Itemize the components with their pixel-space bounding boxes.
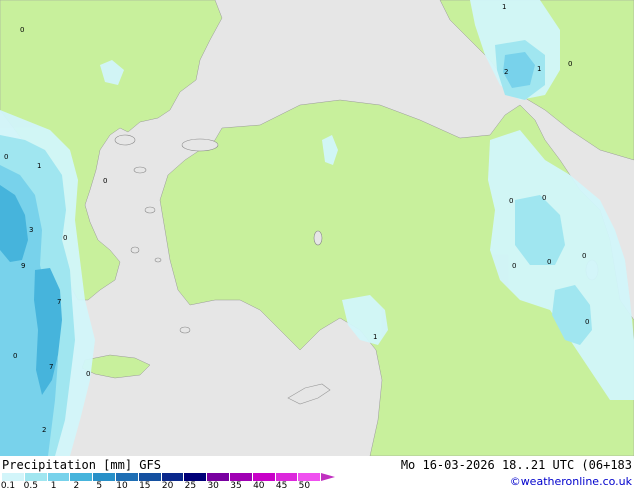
map-canvas: 0 1 2 1 0 0 1 3 0 0 9 7 7 0 0 2 1 0 0 0 … <box>0 0 634 456</box>
legend-swatch <box>252 473 276 481</box>
map-label: 9 <box>21 262 25 270</box>
map-label: 7 <box>57 298 61 306</box>
legend-swatch <box>24 473 48 481</box>
legend-swatch <box>275 473 299 481</box>
map-label: 1 <box>502 3 506 11</box>
legend-swatch <box>47 473 71 481</box>
map-footer: Precipitation [mm] GFS Mo 16-03-2026 18.… <box>0 456 634 491</box>
legend-swatch <box>138 473 162 481</box>
map-label: 1 <box>537 65 541 73</box>
legend-swatch <box>115 473 139 481</box>
map-label: 0 <box>582 252 586 260</box>
map-label: 1 <box>373 333 377 341</box>
map-label: 1 <box>37 162 41 170</box>
map-label: 2 <box>504 68 508 76</box>
legend-swatch <box>184 473 208 481</box>
map-label: 0 <box>13 352 17 360</box>
map-label: 0 <box>20 26 24 34</box>
credit-link[interactable]: ©weatheronline.co.uk <box>510 475 632 488</box>
map-label: 0 <box>4 153 8 161</box>
map-label: 0 <box>512 262 516 270</box>
map-label: 0 <box>568 60 572 68</box>
map-label: 0 <box>585 318 589 326</box>
map-label: 0 <box>542 194 546 202</box>
map-label: 0 <box>103 177 107 185</box>
forecast-datetime: Mo 16-03-2026 18..21 UTC (06+183 <box>400 458 632 472</box>
map-label: 7 <box>49 363 53 371</box>
map-label: 0 <box>86 370 90 378</box>
legend-arrow <box>321 473 336 481</box>
legend-swatch <box>229 473 253 481</box>
precip-legend-bar <box>2 473 336 481</box>
map-label: 2 <box>42 426 46 434</box>
legend-swatch <box>161 473 185 481</box>
map-label: 3 <box>29 226 33 234</box>
legend-swatch <box>70 473 94 481</box>
map-label: 0 <box>547 258 551 266</box>
legend-swatch <box>207 473 230 481</box>
legend-swatch <box>298 473 322 481</box>
map-label: 0 <box>63 234 67 242</box>
map-title: Precipitation [mm] GFS <box>2 458 161 472</box>
precipitation-map: 0 1 2 1 0 0 1 3 0 0 9 7 7 0 0 2 1 0 0 0 … <box>0 0 634 456</box>
legend-swatch <box>2 473 25 481</box>
map-label: 0 <box>509 197 513 205</box>
legend-swatch <box>93 473 116 481</box>
